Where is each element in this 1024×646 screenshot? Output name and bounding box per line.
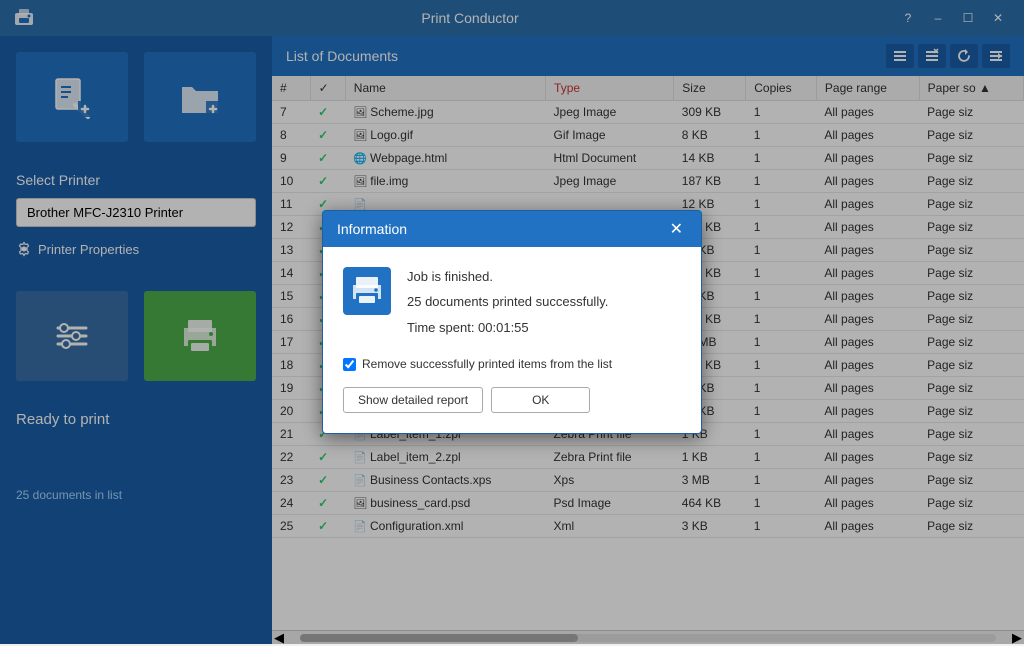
ok-button[interactable]: OK bbox=[491, 387, 590, 413]
modal-close-button[interactable]: ✕ bbox=[666, 219, 687, 239]
modal-buttons: Show detailed report OK bbox=[343, 387, 681, 413]
modal-message3: Time spent: 00:01:55 bbox=[407, 318, 681, 338]
remove-items-label: Remove successfully printed items from t… bbox=[362, 357, 612, 371]
modal-overlay: Information ✕ Job is finished. 25 docume… bbox=[0, 0, 1024, 644]
remove-items-checkbox[interactable] bbox=[343, 358, 356, 371]
modal-body: Job is finished. 25 documents printed su… bbox=[323, 247, 701, 434]
show-report-button[interactable]: Show detailed report bbox=[343, 387, 483, 413]
modal-content-row: Job is finished. 25 documents printed su… bbox=[343, 267, 681, 344]
modal-titlebar: Information ✕ bbox=[323, 211, 701, 247]
modal-message1: Job is finished. bbox=[407, 267, 681, 287]
modal-title: Information bbox=[337, 221, 407, 237]
information-dialog: Information ✕ Job is finished. 25 docume… bbox=[322, 210, 702, 435]
modal-message2: 25 documents printed successfully. bbox=[407, 292, 681, 312]
printer-icon bbox=[343, 267, 391, 315]
modal-text: Job is finished. 25 documents printed su… bbox=[407, 267, 681, 344]
remove-items-row: Remove successfully printed items from t… bbox=[343, 357, 681, 371]
